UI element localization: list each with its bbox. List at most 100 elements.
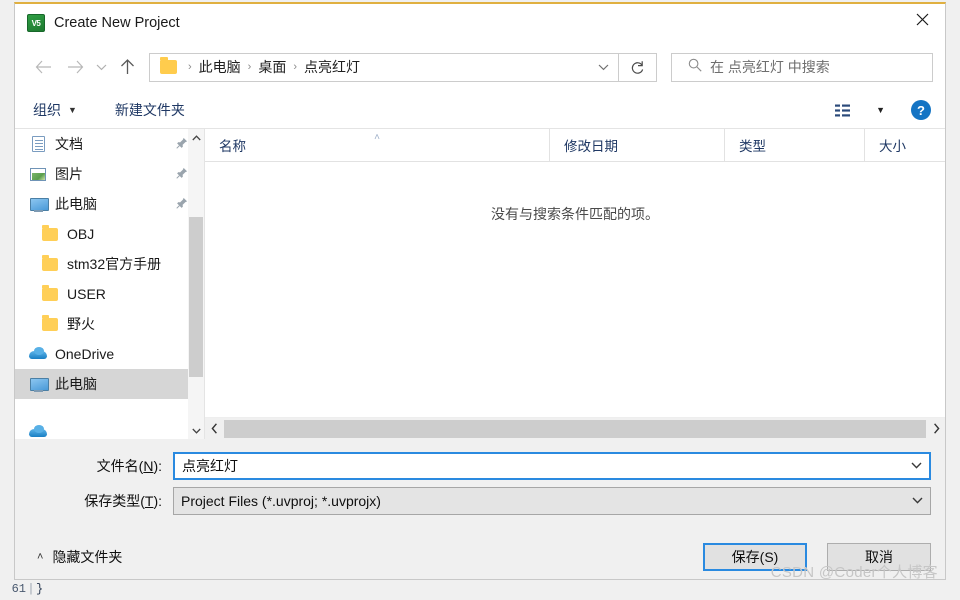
search-input[interactable]: 在 点亮红灯 中搜索 xyxy=(710,57,830,77)
keil-uvision-icon xyxy=(27,14,45,32)
savetype-dropdown-button[interactable] xyxy=(904,497,930,504)
column-headers: 名称 ˄ 修改日期 类型 大小 xyxy=(205,129,945,162)
navigation-pane-scrollbar[interactable] xyxy=(188,129,204,439)
save-button[interactable]: 保存(S) xyxy=(703,543,807,571)
help-button[interactable]: ? xyxy=(911,100,931,120)
save-button-label: 保存(S) xyxy=(731,549,779,565)
new-folder-button[interactable]: 新建文件夹 xyxy=(111,97,189,123)
computer-icon xyxy=(29,376,49,392)
scroll-thumb[interactable] xyxy=(189,217,203,377)
close-icon xyxy=(916,13,928,25)
hide-folders-toggle[interactable]: ˄ 隐藏文件夹 xyxy=(37,547,122,567)
column-header-date-label: 修改日期 xyxy=(564,139,618,154)
scroll-down-button[interactable] xyxy=(188,422,204,439)
view-mode-dropdown[interactable]: ▼ xyxy=(870,103,891,117)
savetype-row: 保存类型(T): Project Files (*.uvproj; *.uvpr… xyxy=(15,486,945,515)
column-header-type-label: 类型 xyxy=(739,139,766,154)
dialog-content: 文档图片此电脑 OBJ stm32官方手册 USER 野火 OneDrive 此电脑 xyxy=(15,128,945,439)
sidebar-item-文档[interactable]: 文档 xyxy=(15,129,204,159)
close-button[interactable] xyxy=(899,4,945,34)
breadcrumb-item-0[interactable]: 此电脑 xyxy=(199,57,241,77)
breadcrumb-item-1[interactable]: 桌面 xyxy=(258,57,286,77)
column-header-type[interactable]: 类型 xyxy=(725,129,865,161)
sort-ascending-icon: ˄ xyxy=(374,132,380,143)
sidebar-item-OBJ[interactable]: OBJ xyxy=(15,219,204,249)
column-header-name[interactable]: 名称 ˄ xyxy=(205,129,550,161)
back-button[interactable] xyxy=(27,52,59,82)
column-header-name-label: 名称 xyxy=(219,139,246,154)
scroll-up-button[interactable] xyxy=(188,129,204,146)
document-icon-glyph xyxy=(31,136,45,152)
navigation-bar: › 此电脑 › 桌面 › 点亮红灯 在 点亮红灯 中搜索 xyxy=(15,42,945,92)
file-list-body[interactable]: 没有与搜索条件匹配的项。 xyxy=(205,162,945,417)
sidebar-item-此电脑[interactable]: 此电脑 xyxy=(15,369,204,399)
sidebar-item-label: 此电脑 xyxy=(55,196,97,212)
filename-dropdown-button[interactable] xyxy=(903,462,929,469)
sidebar-item-label: 此电脑 xyxy=(55,376,97,392)
navigation-tree: 文档图片此电脑 OBJ stm32官方手册 USER 野火 OneDrive 此电脑 xyxy=(15,129,204,437)
folder-icon xyxy=(160,57,177,74)
picture-icon-glyph xyxy=(30,167,46,181)
editor-code-line: 61 | } xyxy=(0,578,400,600)
sidebar-item-此电脑[interactable]: 此电脑 xyxy=(15,189,204,219)
scroll-right-button[interactable] xyxy=(927,418,945,440)
computer-icon-glyph xyxy=(29,377,49,392)
sidebar-item-label: OneDrive xyxy=(55,346,115,362)
sidebar-item-OneDrive[interactable]: OneDrive xyxy=(15,339,204,369)
refresh-icon xyxy=(631,60,644,74)
folder-icon-glyph xyxy=(42,254,58,271)
chevron-down-icon xyxy=(911,497,923,504)
cloud-icon-glyph xyxy=(29,425,47,438)
pin-icon[interactable] xyxy=(176,136,188,152)
sidebar-item-partial[interactable] xyxy=(15,425,190,439)
pin-icon[interactable] xyxy=(176,196,188,212)
chevron-right-icon xyxy=(933,423,940,434)
filename-combobox[interactable]: 点亮红灯 xyxy=(173,451,931,480)
sidebar-item-图片[interactable]: 图片 xyxy=(15,159,204,189)
column-header-size[interactable]: 大小 xyxy=(865,129,945,161)
chevron-down-icon xyxy=(96,64,106,71)
dialog-footer: ˄ 隐藏文件夹 保存(S) 取消 xyxy=(15,521,945,579)
cancel-button-label: 取消 xyxy=(865,549,893,565)
arrow-left-icon xyxy=(35,60,51,74)
picture-icon xyxy=(29,166,47,182)
filename-input[interactable]: 点亮红灯 xyxy=(175,456,903,476)
file-list-horizontal-scrollbar[interactable] xyxy=(205,417,945,439)
hide-folders-label: 隐藏文件夹 xyxy=(52,549,123,565)
up-one-level-button[interactable] xyxy=(111,52,143,82)
savetype-label: 保存类型(T): xyxy=(15,491,173,511)
code-line-text: } xyxy=(36,582,44,596)
cancel-button[interactable]: 取消 xyxy=(827,543,931,571)
chevron-down-icon xyxy=(598,64,608,71)
folder-icon xyxy=(41,224,59,242)
recent-locations-button[interactable] xyxy=(91,52,111,82)
savetype-combobox[interactable]: Project Files (*.uvproj; *.uvprojx) xyxy=(173,486,931,515)
new-folder-label: 新建文件夹 xyxy=(114,102,185,118)
address-bar[interactable]: › 此电脑 › 桌面 › 点亮红灯 xyxy=(149,52,619,82)
sidebar-item-label: OBJ xyxy=(67,226,95,242)
search-box[interactable]: 在 点亮红灯 中搜索 xyxy=(671,52,933,82)
computer-icon-glyph xyxy=(29,197,49,212)
refresh-button[interactable] xyxy=(619,52,657,82)
organize-button[interactable]: 组织 ▼ xyxy=(29,97,81,123)
sidebar-item-野火[interactable]: 野火 xyxy=(15,309,204,339)
file-list-pane: 名称 ˄ 修改日期 类型 大小 没有与搜索条件匹配的项。 xyxy=(204,128,945,439)
breadcrumb-item-2[interactable]: 点亮红灯 xyxy=(304,57,360,77)
save-form-area: 文件名(N): 点亮红灯 保存类型(T): Project Files (*.u… xyxy=(15,439,945,579)
folder-icon-glyph xyxy=(42,224,58,241)
sidebar-item-USER[interactable]: USER xyxy=(15,279,204,309)
column-header-date[interactable]: 修改日期 xyxy=(550,129,725,161)
sidebar-item-label: 文档 xyxy=(55,136,83,152)
chevron-down-icon: ▼ xyxy=(876,105,885,115)
scroll-left-button[interactable] xyxy=(205,418,223,440)
view-mode-button[interactable] xyxy=(831,102,858,119)
horizontal-scroll-thumb[interactable] xyxy=(224,419,926,438)
folder-icon-glyph xyxy=(42,284,58,301)
address-dropdown-button[interactable] xyxy=(588,54,618,81)
toolbar-right-group: ▼ ? xyxy=(831,100,931,120)
filename-label-accesskey: N xyxy=(143,457,154,474)
pin-icon[interactable] xyxy=(176,166,188,182)
breadcrumb-separator: › xyxy=(188,61,192,73)
sidebar-item-stm32官方手册[interactable]: stm32官方手册 xyxy=(15,249,204,279)
forward-button[interactable] xyxy=(59,52,91,82)
